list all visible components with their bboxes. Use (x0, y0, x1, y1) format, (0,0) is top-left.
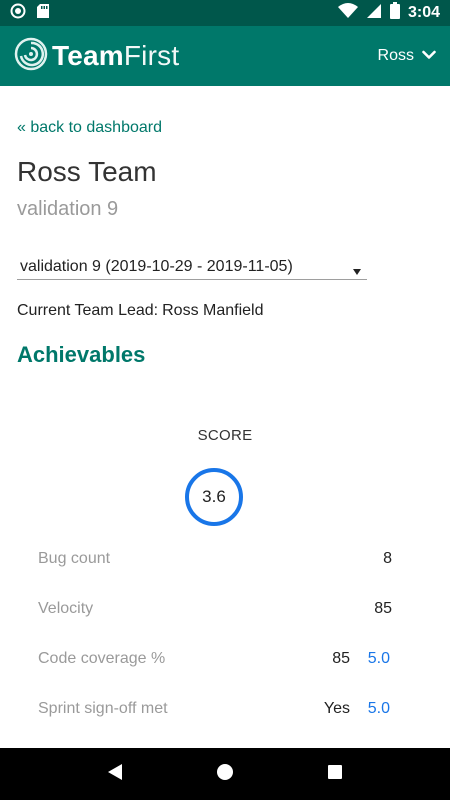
achievables-heading: Achievables (17, 342, 146, 367)
metric-row: Velocity 85 (38, 584, 392, 634)
metric-row: Bug count 8 (38, 534, 392, 584)
logo-text: TeamFirst (52, 40, 179, 72)
recents-nav-button[interactable] (315, 754, 355, 794)
score-circle: 3.6 (185, 468, 243, 526)
metric-row: Code coverage % 85 5.0 (38, 634, 392, 684)
page-title: Ross Team (17, 156, 157, 187)
metric-row: Sprint sign-off met Yes 5.0 (38, 684, 392, 734)
main-content: « back to dashboard Ross Team validation… (0, 86, 450, 746)
metric-value: 8 (383, 550, 392, 567)
team-lead-name: Ross Manfield (162, 302, 264, 319)
status-left-icons (10, 3, 50, 24)
metric-weight: 5.0 (367, 650, 390, 667)
metric-value: Yes (323, 700, 350, 717)
signal-icon (366, 3, 382, 24)
status-time: 3:04 (407, 4, 440, 21)
metrics-list: Bug count 8 Velocity 85 Code coverage % … (38, 534, 392, 734)
metric-value: 85 (332, 650, 350, 667)
home-circle-icon (216, 763, 234, 786)
wifi-icon (337, 2, 358, 24)
battery-icon (389, 2, 400, 24)
back-nav-button[interactable] (95, 754, 135, 794)
metric-value: 85 (374, 600, 392, 617)
sprint-select[interactable]: validation 9 (2019-10-29 - 2019-11-05) (17, 254, 367, 280)
score-value: 3.6 (202, 487, 226, 506)
sprint-select-value: validation 9 (2019-10-29 - 2019-11-05) (20, 257, 293, 275)
status-bar: 3:04 (0, 0, 450, 26)
circle-notification-icon (10, 3, 26, 24)
logo-swirl-icon (14, 37, 48, 76)
status-right-icons: 3:04 (337, 2, 440, 24)
logo-text-bold: Team (52, 40, 124, 71)
back-triangle-icon (107, 763, 123, 786)
metric-label: Velocity (38, 600, 94, 617)
team-lead: Current Team Lead: Ross Manfield (17, 302, 264, 320)
metric-label: Sprint sign-off met (38, 700, 168, 717)
system-nav-bar (0, 748, 450, 800)
sd-card-icon (36, 3, 50, 24)
teamfirst-logo[interactable]: TeamFirst (14, 37, 179, 76)
dropdown-arrow-icon (353, 262, 361, 280)
score-label: SCORE (197, 427, 253, 444)
metric-label: Bug count (38, 550, 111, 567)
chevron-down-icon (422, 47, 436, 65)
user-menu[interactable]: Ross (378, 47, 436, 65)
home-nav-button[interactable] (205, 754, 245, 794)
metric-label: Code coverage % (38, 650, 166, 667)
back-to-dashboard-link[interactable]: « back to dashboard (17, 119, 162, 137)
recents-square-icon (327, 764, 343, 785)
app-bar: TeamFirst Ross (0, 26, 450, 86)
sprint-subtitle: validation 9 (17, 198, 119, 220)
logo-text-light: First (123, 40, 180, 71)
user-name: Ross (377, 47, 414, 64)
team-lead-label: Current Team Lead: (17, 302, 159, 319)
metric-weight: 5.0 (367, 700, 390, 717)
